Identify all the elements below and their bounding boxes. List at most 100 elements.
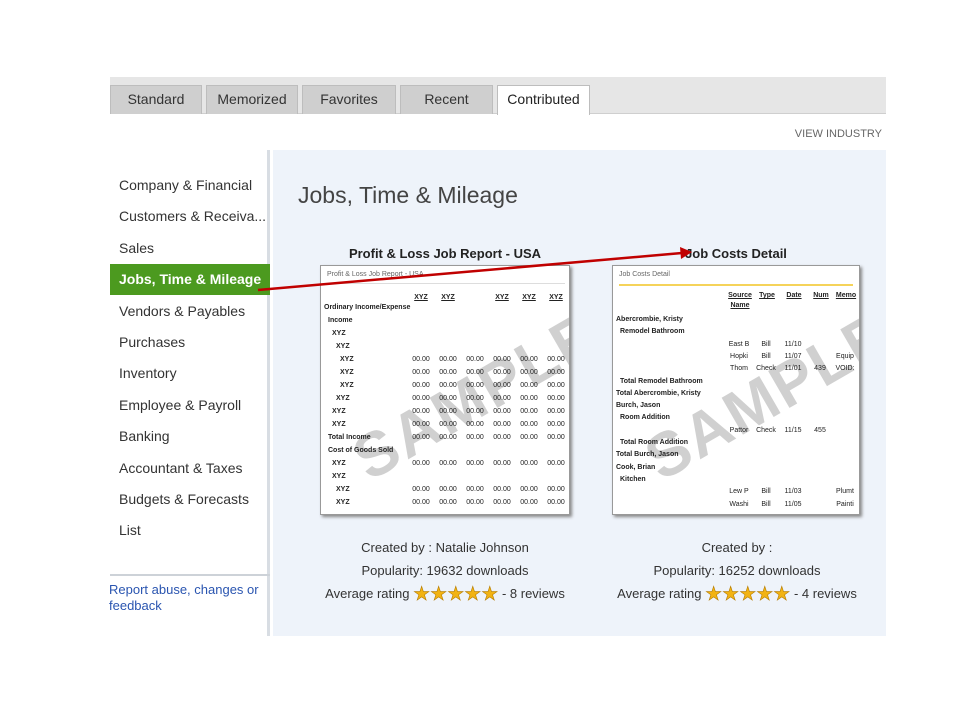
cell-value: 00.00 <box>466 395 484 402</box>
sidebar-item[interactable]: Sales <box>110 233 270 264</box>
row-label: XYZ <box>340 369 354 376</box>
star-icon: ★ <box>756 584 774 606</box>
sidebar-item[interactable]: Jobs, Time & Mileage <box>110 264 270 296</box>
table-row: Total Burch, Jason <box>613 448 859 461</box>
sidebar-item[interactable]: Company & Financial <box>110 170 270 201</box>
row-label: Total Remodel Bathroom <box>620 377 703 385</box>
view-industry-link[interactable]: VIEW INDUSTRY <box>795 128 882 140</box>
row-label: XYZ <box>340 382 354 389</box>
tab-memorized[interactable]: Memorized <box>206 85 298 114</box>
cell-value: Lew P <box>729 488 749 496</box>
thumb-divider <box>619 284 853 286</box>
table-row: XYZ 00.00 00.00 00.00 00.00 00.00 00.00 <box>321 405 569 418</box>
cell-value: 00.00 <box>439 356 457 363</box>
row-label: Remodel Bathroom <box>620 328 685 336</box>
sidebar-item[interactable]: Vendors & Payables <box>110 296 270 327</box>
table-row: Cook, Brian <box>613 461 859 474</box>
cell-value: 00.00 <box>466 356 484 363</box>
table-row: Washi Bill 11/05 Painti <box>613 498 859 511</box>
column-header-row: Source Name Type Date Num Memo <box>613 291 859 309</box>
cell-value: 00.00 <box>493 382 511 389</box>
row-label: XYZ <box>336 343 350 350</box>
row-label: Abercrombie, Kristy <box>616 316 683 323</box>
table-row: Total Room Addition <box>613 436 859 449</box>
row-label: XYZ <box>336 499 350 506</box>
tab-contributed[interactable]: Contributed <box>497 85 590 115</box>
tab-recent[interactable]: Recent <box>400 85 493 114</box>
thumb-divider <box>325 283 565 284</box>
cell-value: 11/03 <box>784 488 802 496</box>
row-label: Cook, Brian <box>616 463 656 471</box>
sidebar-item[interactable]: Inventory <box>110 358 270 389</box>
table-row: Pattor Check 11/15 455 <box>613 424 859 437</box>
star-icon: ★ <box>773 584 791 606</box>
row-label: Total Income <box>328 434 371 441</box>
table-row: XYZ <box>321 340 569 353</box>
cell-value: Plumt <box>836 488 854 496</box>
sidebar-item[interactable]: Employee & Payroll <box>110 390 270 421</box>
tab-favorites[interactable]: Favorites <box>302 85 396 114</box>
row-label: Cost of Goods Sold <box>328 447 394 454</box>
rating: Average rating ★★★★★ - 4 reviews <box>592 582 882 606</box>
cell-value: 00.00 <box>493 486 511 493</box>
table-row: XYZ 00.00 00.00 00.00 00.00 00.00 00.00 <box>321 392 569 405</box>
cell-value: 00.00 <box>520 486 538 493</box>
created-by: Created by : Natalie Johnson <box>361 540 529 555</box>
star-icon: ★ <box>464 584 482 606</box>
cell-value: 00.00 <box>520 369 538 376</box>
table-row: Remodel Bathroom <box>613 325 859 338</box>
cell-value: Bill <box>761 352 771 360</box>
table-row: Cost of Goods Sold <box>321 444 569 457</box>
sidebar-item[interactable]: Budgets & Forecasts <box>110 484 270 515</box>
cell-value: VOID: <box>835 365 855 373</box>
cell-value: 00.00 <box>520 499 538 506</box>
table-row: XYZ 00.00 00.00 00.00 00.00 00.00 00.00 <box>321 353 569 366</box>
created-by: Created by : <box>701 540 773 555</box>
sidebar-item[interactable]: List <box>110 515 270 546</box>
row-label: XYZ <box>336 486 350 493</box>
cell-value: Washi <box>729 500 749 508</box>
table-row: XYZ <box>321 327 569 340</box>
popularity: Popularity: 16252 downloads <box>653 563 821 578</box>
table-row: East B Bill 11/10 <box>613 338 859 351</box>
cell-value: 00.00 <box>439 395 457 402</box>
table-row: XYZ 00.00 00.00 00.00 00.00 00.00 00.00 <box>321 483 569 496</box>
cell-value: 00.00 <box>520 395 538 402</box>
report-title-pl[interactable]: Profit & Loss Job Report - USA <box>315 246 575 261</box>
report-thumbnail-job-costs[interactable]: Job Costs Detail SAMPLE Source Name Type D… <box>612 265 860 515</box>
star-icon: ★ <box>722 584 740 606</box>
column-header: Num <box>813 292 829 299</box>
sidebar-item[interactable]: Customers & Receiva... <box>110 201 270 232</box>
popularity: Popularity: 19632 downloads <box>361 563 529 578</box>
cell-value: 00.00 <box>412 434 430 441</box>
row-label: Kitchen <box>620 475 646 483</box>
tab-standard[interactable]: Standard <box>110 85 202 114</box>
report-abuse-link[interactable]: Report abuse, changes or feedback <box>109 582 269 614</box>
cell-value: Check <box>756 426 776 434</box>
cell-value: 00.00 <box>412 499 430 506</box>
report-title-job-costs[interactable]: Job Costs Detail <box>606 246 866 261</box>
sidebar-item[interactable]: Purchases <box>110 327 270 358</box>
sidebar-item[interactable]: Banking <box>110 421 270 452</box>
row-label: XYZ <box>332 460 346 467</box>
cell-value: 439 <box>814 365 826 373</box>
sidebar-item[interactable]: Accountant & Taxes <box>110 453 270 484</box>
cell-value: 00.00 <box>493 369 511 376</box>
cell-value: 00.00 <box>547 499 565 506</box>
star-rating: ★★★★★ <box>705 584 791 606</box>
cell-value: 00.00 <box>547 486 565 493</box>
reviews-count[interactable]: - 4 reviews <box>794 586 857 601</box>
cell-value: Bill <box>761 500 771 508</box>
rating-label: Average rating <box>325 586 410 601</box>
cell-value: 00.00 <box>493 356 511 363</box>
reviews-count[interactable]: - 8 reviews <box>502 586 565 601</box>
report-thumbnail-pl[interactable]: Profit & Loss Job Report - USA SAMPLE XY… <box>320 265 570 515</box>
cell-value: 00.00 <box>547 395 565 402</box>
column-header: Type <box>759 292 775 299</box>
cell-value: 00.00 <box>412 460 430 467</box>
cell-value: 11/01 <box>784 365 802 373</box>
cell-value: Bill <box>761 488 771 496</box>
cell-value: 00.00 <box>439 499 457 506</box>
cell-value: Painti <box>836 500 854 508</box>
cell-value: 00.00 <box>520 356 538 363</box>
